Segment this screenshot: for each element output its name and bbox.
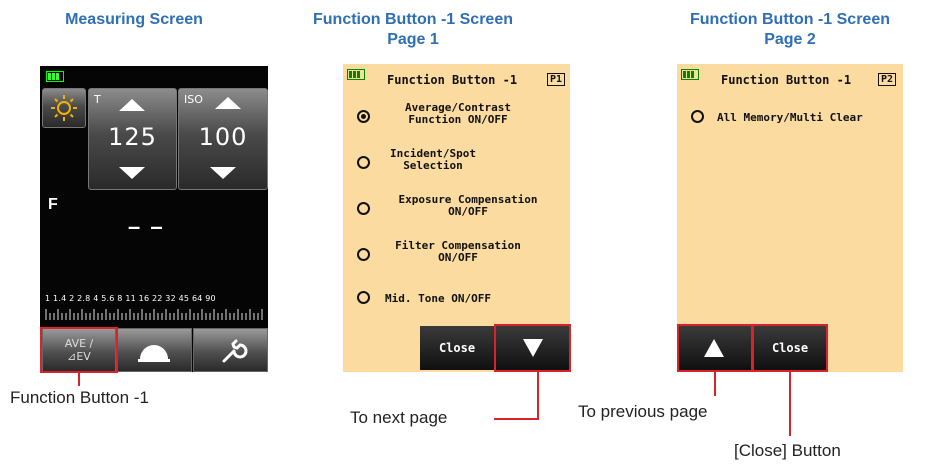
page1-tag: P1 xyxy=(547,73,566,86)
iso-up-arrow-icon[interactable] xyxy=(213,95,243,111)
option-average-contrast[interactable]: Average/Contrast Function ON/OFF xyxy=(383,102,533,126)
heading-function-page1-line2: Page 1 xyxy=(387,31,439,48)
option-filter-compensation-radio[interactable] xyxy=(357,248,370,261)
previous-page-highlight xyxy=(677,324,753,372)
t-up-arrow-icon[interactable] xyxy=(117,97,147,113)
option-average-contrast-radio[interactable] xyxy=(357,110,370,123)
settings-button[interactable] xyxy=(193,328,268,372)
t-value: 125 xyxy=(108,123,157,151)
option-line2: Selection xyxy=(403,159,463,172)
option-all-memory-clear[interactable]: All Memory/Multi Clear xyxy=(717,112,863,124)
light-source-button[interactable] xyxy=(42,88,86,128)
option-exposure-compensation-radio[interactable] xyxy=(357,202,370,215)
option-filter-compensation[interactable]: Filter Compensation ON/OFF xyxy=(383,240,533,264)
iso-down-arrow-icon[interactable] xyxy=(208,165,238,181)
battery-icon xyxy=(681,69,699,80)
aperture-scale-labels: 1 1.4 2 2.8 4 5.6 8 11 16 22 32 45 64 90 xyxy=(45,294,216,303)
t-label: T xyxy=(94,93,101,106)
option-line1: All Memory/Multi Clear xyxy=(717,111,863,124)
option-incident-spot-radio[interactable] xyxy=(357,156,370,169)
heading-function-page2-line2: Page 2 xyxy=(764,31,816,48)
close-button[interactable]: Close xyxy=(420,326,494,370)
heading-measuring-screen: Measuring Screen xyxy=(65,11,203,28)
iso-label: ISO xyxy=(184,93,203,106)
caption-next-page: To next page xyxy=(350,408,448,427)
option-mid-tone-radio[interactable] xyxy=(357,291,370,304)
dome-icon xyxy=(138,345,170,362)
battery-icon xyxy=(347,69,365,80)
function-button-highlight xyxy=(40,327,118,373)
dome-button[interactable] xyxy=(117,328,192,372)
option-mid-tone[interactable]: Mid. Tone ON/OFF xyxy=(385,293,491,305)
iso-value: 100 xyxy=(198,123,248,151)
option-incident-spot[interactable]: Incident/Spot Selection xyxy=(383,148,483,172)
f-value: – – xyxy=(128,214,165,239)
iso-panel: ISO 100 xyxy=(178,88,268,190)
option-all-memory-clear-radio[interactable] xyxy=(691,110,704,123)
caption-previous-page: To previous page xyxy=(578,402,708,421)
t-down-arrow-icon[interactable] xyxy=(117,165,147,181)
heading-function-page1-line1: Function Button -1 Screen xyxy=(313,11,513,28)
sun-icon xyxy=(51,95,77,121)
option-line1: Mid. Tone ON/OFF xyxy=(385,292,491,305)
caption-close-button: [Close] Button xyxy=(734,441,841,460)
page2-title: Function Button -1 xyxy=(721,73,852,87)
next-page-highlight xyxy=(494,324,571,372)
heading-function-page2-line1: Function Button -1 Screen xyxy=(690,11,890,28)
caption-function-button: Function Button -1 xyxy=(10,388,149,407)
page1-title: Function Button -1 xyxy=(387,73,518,87)
shutter-panel: T 125 xyxy=(88,88,177,190)
page2-tag: P2 xyxy=(878,73,897,86)
wrench-icon xyxy=(222,339,248,363)
battery-icon xyxy=(46,71,64,82)
option-exposure-compensation[interactable]: Exposure Compensation ON/OFF xyxy=(383,194,553,218)
aperture-scale-ticks xyxy=(45,309,263,320)
option-line2: ON/OFF xyxy=(438,251,478,264)
option-line2: ON/OFF xyxy=(448,205,488,218)
close-button-highlight xyxy=(752,324,828,372)
option-line2: Function ON/OFF xyxy=(408,113,508,126)
heading-function-page1: Function Button -1 Screen Page 1 xyxy=(298,10,528,50)
f-label: F xyxy=(48,196,58,213)
heading-function-page2: Function Button -1 Screen Page 2 xyxy=(675,10,905,50)
